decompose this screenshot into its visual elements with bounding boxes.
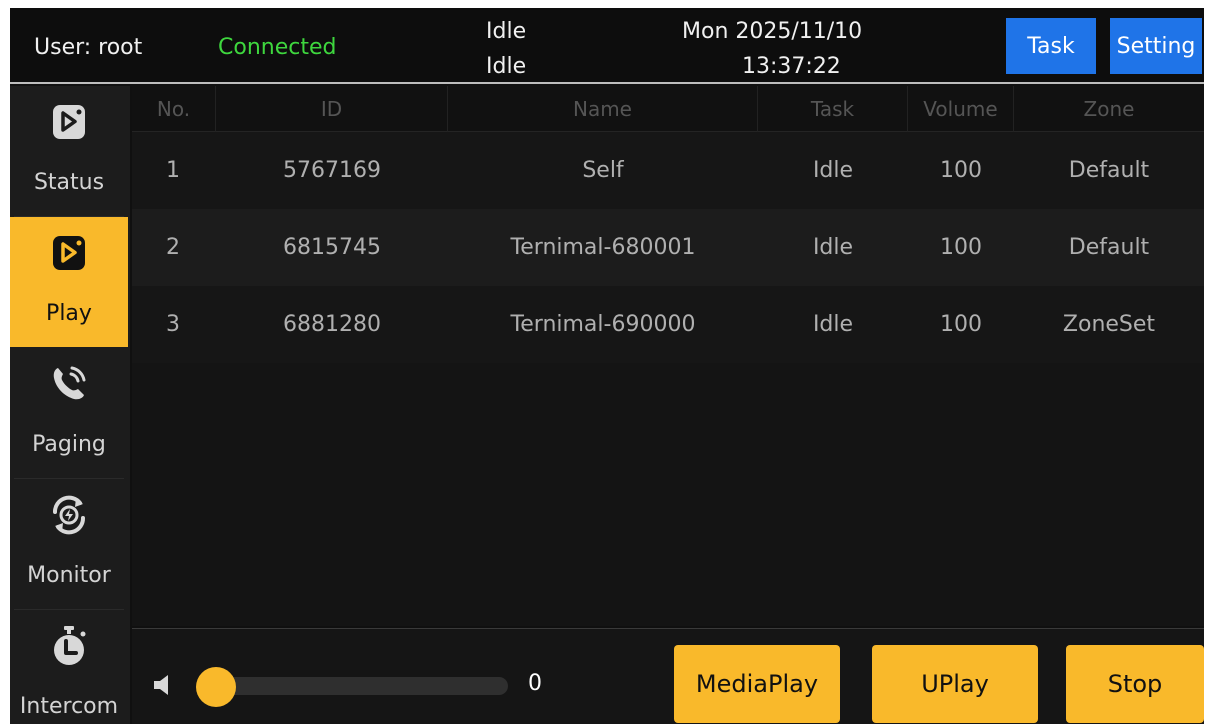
sidebar-item-label: Paging bbox=[32, 432, 106, 457]
volume-value: 0 bbox=[528, 671, 542, 696]
column-header-zone: Zone bbox=[1083, 97, 1135, 121]
cell-name: Ternimal-690000 bbox=[510, 312, 696, 337]
setting-button[interactable]: Setting bbox=[1110, 18, 1202, 74]
table-row[interactable]: 3 6881280 Ternimal-690000 Idle 100 ZoneS… bbox=[132, 286, 1204, 363]
cell-id: 5767169 bbox=[283, 158, 381, 183]
column-header-no: No. bbox=[132, 86, 216, 132]
date-label: Mon 2025/11/10 bbox=[682, 19, 863, 44]
play-tile-icon bbox=[49, 231, 89, 275]
stopwatch-icon bbox=[49, 624, 89, 668]
sidebar-item-label: Intercom bbox=[19, 694, 119, 719]
sidebar-item-label: Monitor bbox=[27, 563, 111, 588]
task-button[interactable]: Task bbox=[1006, 18, 1096, 74]
stop-button[interactable]: Stop bbox=[1066, 645, 1204, 723]
column-header-id: ID bbox=[216, 86, 448, 132]
cell-task: Idle bbox=[812, 312, 854, 337]
cell-volume: 100 bbox=[940, 158, 982, 183]
top-status-bar: User: root Connected Idle Idle Mon 2025/… bbox=[10, 8, 1204, 84]
sidebar-item-status[interactable]: Status bbox=[10, 86, 128, 216]
table-row[interactable]: 2 6815745 Ternimal-680001 Idle 100 Defau… bbox=[132, 209, 1204, 286]
cell-no: 2 bbox=[166, 235, 180, 260]
cell-task: Idle bbox=[812, 158, 854, 183]
column-header-name: Name bbox=[448, 86, 758, 132]
cell-zone: ZoneSet bbox=[1062, 312, 1156, 337]
sidebar-item-intercom[interactable]: Intercom bbox=[10, 610, 128, 724]
table-header: No. ID Name Task Volume Zone bbox=[132, 86, 1204, 132]
cell-volume: 100 bbox=[940, 312, 982, 337]
phone-ringing-icon bbox=[49, 362, 89, 406]
cell-name: Self bbox=[582, 158, 624, 183]
monitor-cycle-icon bbox=[49, 493, 89, 537]
connection-status: Connected bbox=[218, 35, 337, 60]
cell-task: Idle bbox=[812, 235, 854, 260]
sidebar-item-label: Status bbox=[33, 170, 105, 195]
terminal-table: No. ID Name Task Volume Zone 1 5767169 S… bbox=[132, 86, 1204, 626]
media-play-button[interactable]: MediaPlay bbox=[674, 645, 840, 723]
time-label: 13:37:22 bbox=[742, 54, 841, 79]
cell-zone: Default bbox=[1068, 158, 1150, 183]
status-line-1: Idle bbox=[486, 19, 527, 44]
cell-id: 6881280 bbox=[283, 312, 381, 337]
volume-slider-handle[interactable] bbox=[196, 667, 236, 707]
uplay-button[interactable]: UPlay bbox=[872, 645, 1038, 723]
cell-name: Ternimal-680001 bbox=[510, 235, 696, 260]
sidebar-item-label: Play bbox=[46, 301, 92, 326]
volume-slider-track[interactable] bbox=[196, 677, 508, 695]
cell-id: 6815745 bbox=[283, 235, 381, 260]
play-tile-icon bbox=[49, 100, 89, 144]
speaker-icon bbox=[152, 673, 178, 697]
sidebar-item-play[interactable]: Play bbox=[10, 217, 128, 347]
sidebar-item-monitor[interactable]: Monitor bbox=[10, 479, 128, 609]
sidebar: Status Play Paging Monitor Intercom bbox=[10, 86, 130, 724]
table-row[interactable]: 1 5767169 Self Idle 100 Default bbox=[132, 132, 1204, 209]
user-label: User: root bbox=[34, 35, 143, 60]
status-line-2: Idle bbox=[486, 54, 527, 79]
cell-no: 1 bbox=[166, 158, 180, 183]
cell-no: 3 bbox=[166, 312, 180, 337]
column-header-task: Task bbox=[758, 86, 908, 132]
app-window: User: root Connected Idle Idle Mon 2025/… bbox=[10, 8, 1204, 724]
column-header-volume: Volume bbox=[908, 86, 1014, 132]
sidebar-item-paging[interactable]: Paging bbox=[10, 348, 128, 478]
playback-controls: 0 MediaPlay UPlay Stop bbox=[132, 628, 1204, 724]
cell-zone: Default bbox=[1068, 235, 1150, 260]
cell-volume: 100 bbox=[940, 235, 982, 260]
